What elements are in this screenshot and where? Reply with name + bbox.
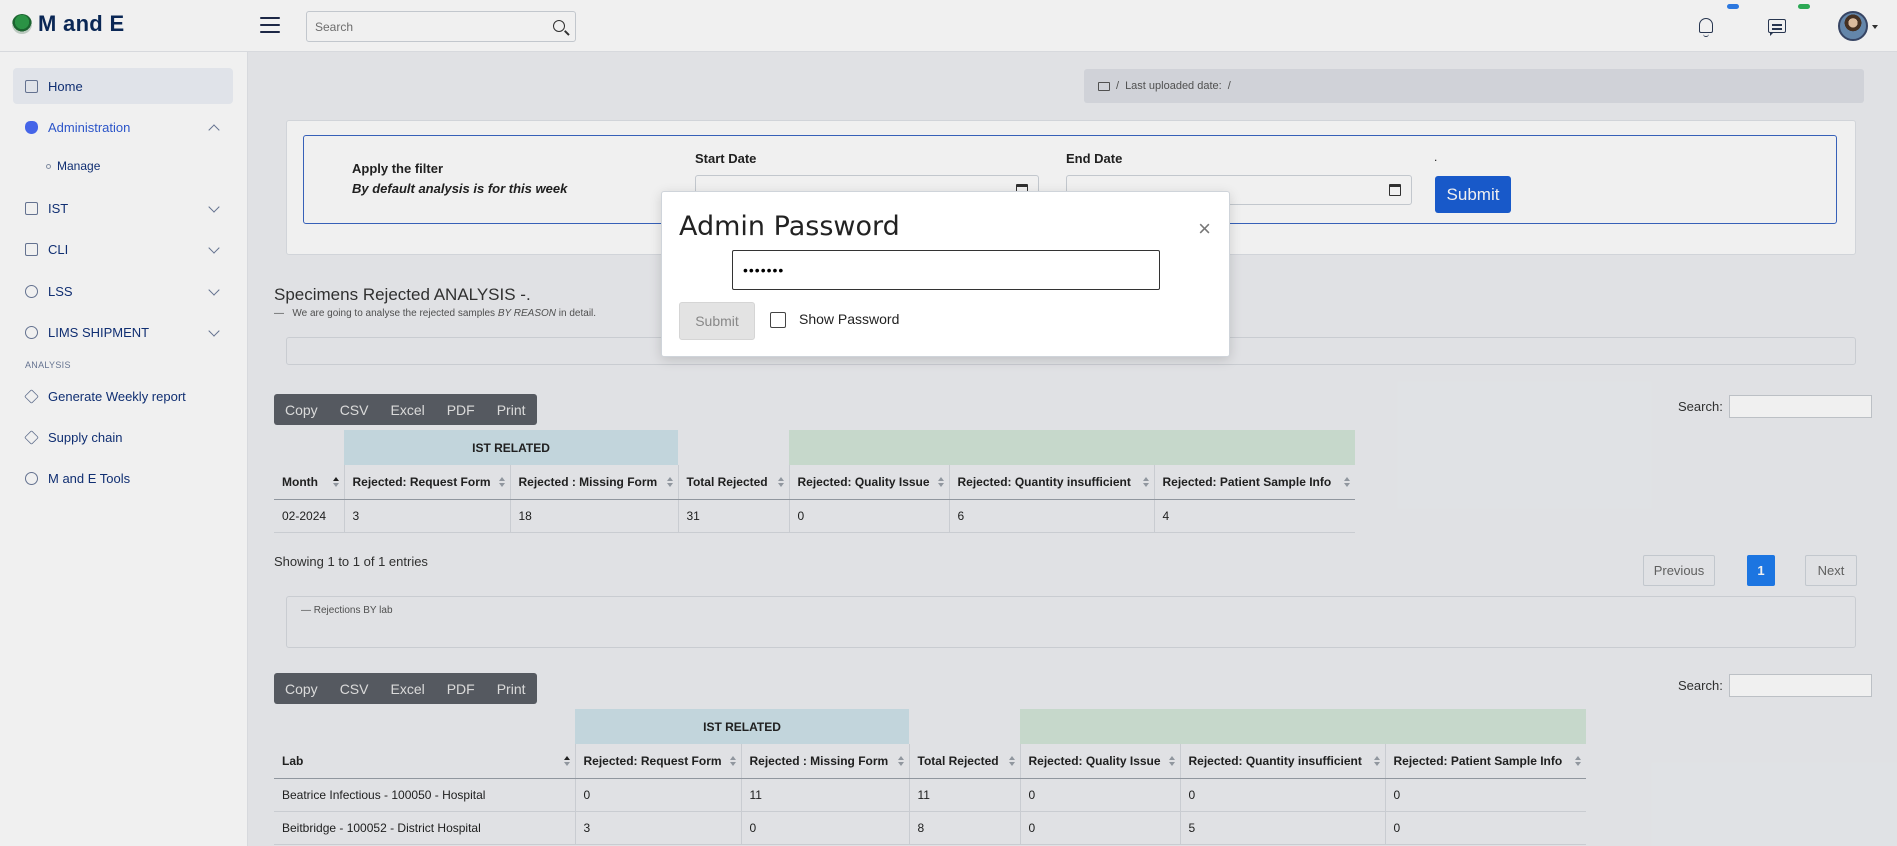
show-password-checkbox[interactable] xyxy=(770,312,786,328)
password-field[interactable] xyxy=(732,250,1160,290)
admin-password-modal: Admin Password × Submit Show Password xyxy=(661,191,1230,357)
show-password-label[interactable]: Show Password xyxy=(799,311,899,327)
close-icon[interactable]: × xyxy=(1198,218,1211,240)
modal-submit-button[interactable]: Submit xyxy=(679,302,755,340)
modal-backdrop[interactable] xyxy=(0,0,1897,846)
modal-title: Admin Password xyxy=(679,211,900,242)
